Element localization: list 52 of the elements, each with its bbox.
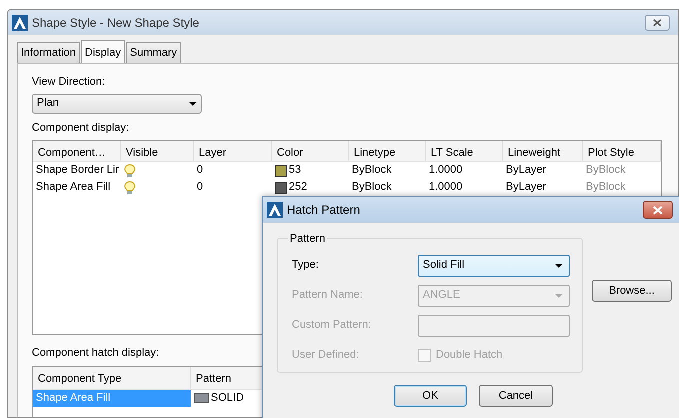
- dialog-title: Hatch Pattern: [287, 202, 360, 219]
- close-icon: [652, 204, 664, 216]
- section-label: Component hatch display:: [32, 346, 160, 361]
- table-cell-text: 0: [197, 163, 204, 178]
- app-logo-icon: [267, 202, 283, 218]
- table-cell-text: Shape Border Lir: [36, 163, 120, 178]
- browse-button[interactable]: Browse...: [592, 280, 672, 302]
- table-cell-text: 252: [289, 180, 308, 196]
- table-cell-text: SOLID: [211, 390, 244, 406]
- column-header[interactable]: Lineweight: [503, 141, 583, 161]
- column-header[interactable]: Component Type: [33, 366, 191, 388]
- column-header[interactable]: Layer: [194, 141, 272, 161]
- table-cell-text: ByLayer: [506, 163, 546, 178]
- tab[interactable]: Information: [17, 42, 80, 63]
- field-label: User Defined:: [292, 348, 360, 364]
- column-header[interactable]: Component…: [33, 141, 121, 161]
- view-direction-dropdown[interactable]: Plan: [32, 94, 202, 114]
- window-title: Shape Style - New Shape Style: [32, 14, 200, 32]
- cancel-button[interactable]: Cancel: [479, 385, 553, 407]
- field-label: Pattern Name:: [292, 288, 364, 304]
- caret-icon: [555, 294, 563, 298]
- table-cell-text: 1.0000: [429, 163, 463, 178]
- ok-button[interactable]: OK: [394, 385, 467, 407]
- table-cell-text: ByBlock: [352, 163, 392, 178]
- checkbox-label: Double Hatch: [436, 348, 503, 364]
- table-cell-text: 53: [289, 163, 302, 178]
- field-label: Custom Pattern:: [292, 318, 372, 334]
- hatch-swatch-icon: [194, 393, 209, 403]
- table-cell-text: ByBlock: [586, 163, 626, 178]
- caret-icon: [189, 102, 197, 106]
- app-logo-icon: [12, 14, 28, 30]
- field-label: Type:: [292, 258, 320, 274]
- section-label: Component display:: [32, 120, 130, 136]
- table-cell-text: 0: [197, 180, 204, 196]
- close-icon: [652, 18, 663, 28]
- dropdown[interactable]: Solid Fill: [418, 254, 570, 276]
- table-cell-text: ByBlock: [352, 180, 392, 196]
- table-cell-text: Shape Area Fill: [36, 180, 111, 196]
- table-cell-text: ByLayer: [506, 180, 546, 196]
- close-button[interactable]: [645, 14, 670, 30]
- caret-icon: [555, 264, 563, 268]
- column-header[interactable]: Plot Style: [583, 141, 661, 161]
- close-button[interactable]: [643, 201, 673, 219]
- tab[interactable]: Display: [81, 40, 126, 63]
- table-cell-text: ByBlock: [586, 180, 626, 196]
- column-header[interactable]: Linetype: [349, 141, 426, 161]
- field-label: View Direction:: [32, 75, 106, 90]
- tab[interactable]: Summary: [126, 42, 182, 63]
- column-header[interactable]: Color: [272, 141, 349, 161]
- column-header[interactable]: Visible: [121, 141, 194, 161]
- table-cell-text: 1.0000: [429, 180, 463, 196]
- column-header[interactable]: LT Scale: [426, 141, 503, 161]
